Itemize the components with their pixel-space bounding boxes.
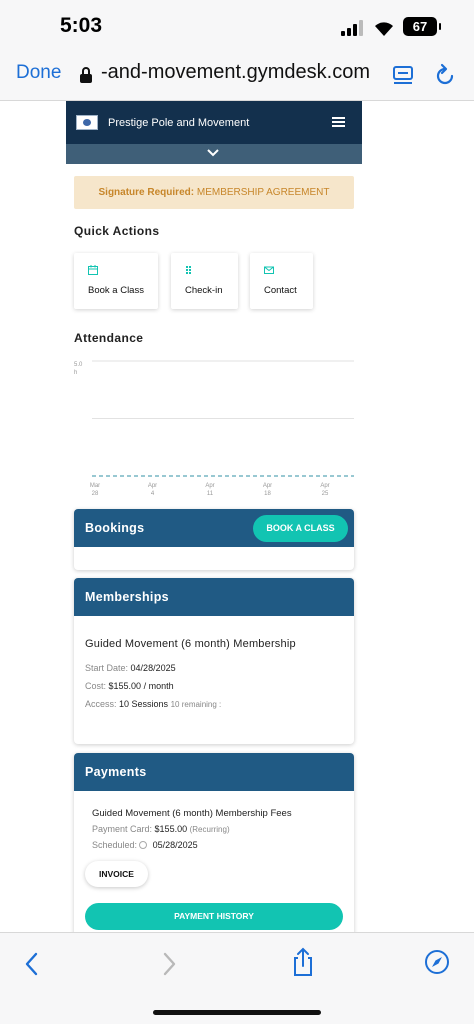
quick-action-label: Check-in — [185, 285, 223, 296]
chart-x-tick-label: 4 — [151, 491, 155, 497]
clock-icon — [139, 841, 148, 849]
battery-icon: 67 — [403, 17, 441, 36]
envelope-icon — [264, 266, 274, 274]
lock-icon — [80, 67, 92, 83]
payments-title: Payments — [85, 765, 147, 779]
bookings-title: Bookings — [85, 521, 145, 535]
payment-card: Payment Card: $155.00 (Recurring) — [92, 824, 230, 834]
expand-toggle[interactable] — [66, 144, 362, 164]
home-indicator — [153, 1010, 321, 1015]
share-icon[interactable] — [291, 947, 315, 977]
status-time: 5:03 — [60, 14, 103, 37]
memberships-panel: Memberships Guided Movement (6 month) Me… — [74, 578, 354, 744]
quick-actions-title: Quick Actions — [74, 224, 160, 238]
start-date-value: 04/28/2025 — [130, 663, 176, 673]
alert-text: MEMBERSHIP AGREEMENT — [196, 187, 330, 198]
status-bar: 5:03 67 — [0, 0, 474, 52]
access-note: 10 remaining : — [170, 700, 222, 709]
payment-scheduled: Scheduled: 05/28/2025 — [92, 840, 198, 850]
site-header: Prestige Pole and Movement — [66, 101, 362, 144]
hamburger-menu-icon[interactable] — [332, 117, 345, 128]
invoice-button[interactable]: INVOICE — [85, 861, 148, 887]
quick-action-contact[interactable]: Contact — [250, 253, 313, 309]
forward-icon[interactable] — [161, 952, 177, 976]
book-a-class-button[interactable]: BOOK A CLASS — [253, 515, 348, 542]
address-bar-url[interactable]: -and-movement.gymdesk.com — [101, 61, 370, 84]
quick-action-label: Contact — [264, 285, 297, 296]
chart-x-tick-label: 25 — [322, 491, 329, 497]
scheduled-label: Scheduled: — [92, 840, 138, 850]
attendance-chart: 5.0 h Mar 28 Apr 4 Apr 11 Apr 18 Apr 25 — [74, 360, 354, 497]
memberships-header: Memberships — [74, 578, 354, 616]
payment-history-button[interactable]: PAYMENT HISTORY — [85, 903, 343, 930]
membership-cost: Cost: $155.00 / month — [85, 681, 174, 691]
chart-y-tick-label: 5.0 — [74, 362, 83, 368]
payment-name: Guided Movement (6 month) Membership Fee… — [92, 808, 292, 819]
back-icon[interactable] — [24, 952, 40, 976]
memberships-title: Memberships — [85, 590, 169, 604]
site-logo[interactable] — [76, 115, 98, 130]
chart-x-tick-label: Mar — [90, 483, 100, 489]
membership-start-date: Start Date: 04/28/2025 — [85, 663, 176, 673]
alert-strong: Signature Required: — [98, 187, 195, 198]
payment-card-value: $155.00 — [154, 824, 188, 834]
cost-value: $155.00 / month — [108, 681, 174, 691]
compass-icon[interactable] — [424, 949, 450, 975]
site-name[interactable]: Prestige Pole and Movement — [108, 117, 249, 129]
start-date-label: Start Date: — [85, 663, 129, 673]
chart-x-tick-label: 28 — [92, 491, 99, 497]
payment-card-label: Payment Card: — [92, 824, 153, 834]
chart-x-tick-label: Apr — [148, 483, 157, 489]
cellular-signal-icon — [341, 20, 367, 36]
browser-toolbar: Done -and-movement.gymdesk.com — [0, 52, 474, 101]
reload-icon[interactable] — [434, 63, 456, 87]
payment-card-note: (Recurring) — [189, 825, 230, 834]
access-label: Access: — [85, 699, 117, 709]
reader-mode-icon[interactable] — [392, 64, 414, 86]
payments-panel: Payments Guided Movement (6 month) Membe… — [74, 753, 354, 943]
quick-action-label: Book a Class — [88, 285, 144, 296]
grid-icon — [186, 266, 191, 274]
bookings-header: Bookings BOOK A CLASS — [74, 509, 354, 547]
bookings-panel: Bookings BOOK A CLASS — [74, 509, 354, 570]
chart-x-tick-label: Apr — [205, 483, 214, 489]
wifi-icon — [375, 22, 393, 36]
chevron-down-icon — [207, 149, 219, 157]
signature-required-alert[interactable]: Signature Required: MEMBERSHIP AGREEMENT — [74, 176, 354, 209]
payments-header: Payments — [74, 753, 354, 791]
quick-action-check-in[interactable]: Check-in — [171, 253, 238, 309]
membership-name[interactable]: Guided Movement (6 month) Membership — [85, 638, 296, 650]
chart-x-tick-label: Apr — [263, 483, 272, 489]
chart-x-tick-label: 11 — [207, 491, 214, 497]
cost-label: Cost: — [85, 681, 107, 691]
access-value: 10 Sessions — [119, 699, 169, 709]
membership-access: Access: 10 Sessions 10 remaining : — [85, 699, 221, 709]
chart-y-tick-label: h — [74, 370, 77, 376]
chart-x-tick-label: 18 — [264, 491, 271, 497]
chart-x-tick-label: Apr — [320, 483, 329, 489]
calendar-icon — [88, 265, 98, 275]
quick-action-book-class[interactable]: Book a Class — [74, 253, 158, 309]
done-button[interactable]: Done — [16, 62, 61, 84]
attendance-title: Attendance — [74, 331, 144, 345]
scheduled-value: 05/28/2025 — [152, 840, 198, 850]
